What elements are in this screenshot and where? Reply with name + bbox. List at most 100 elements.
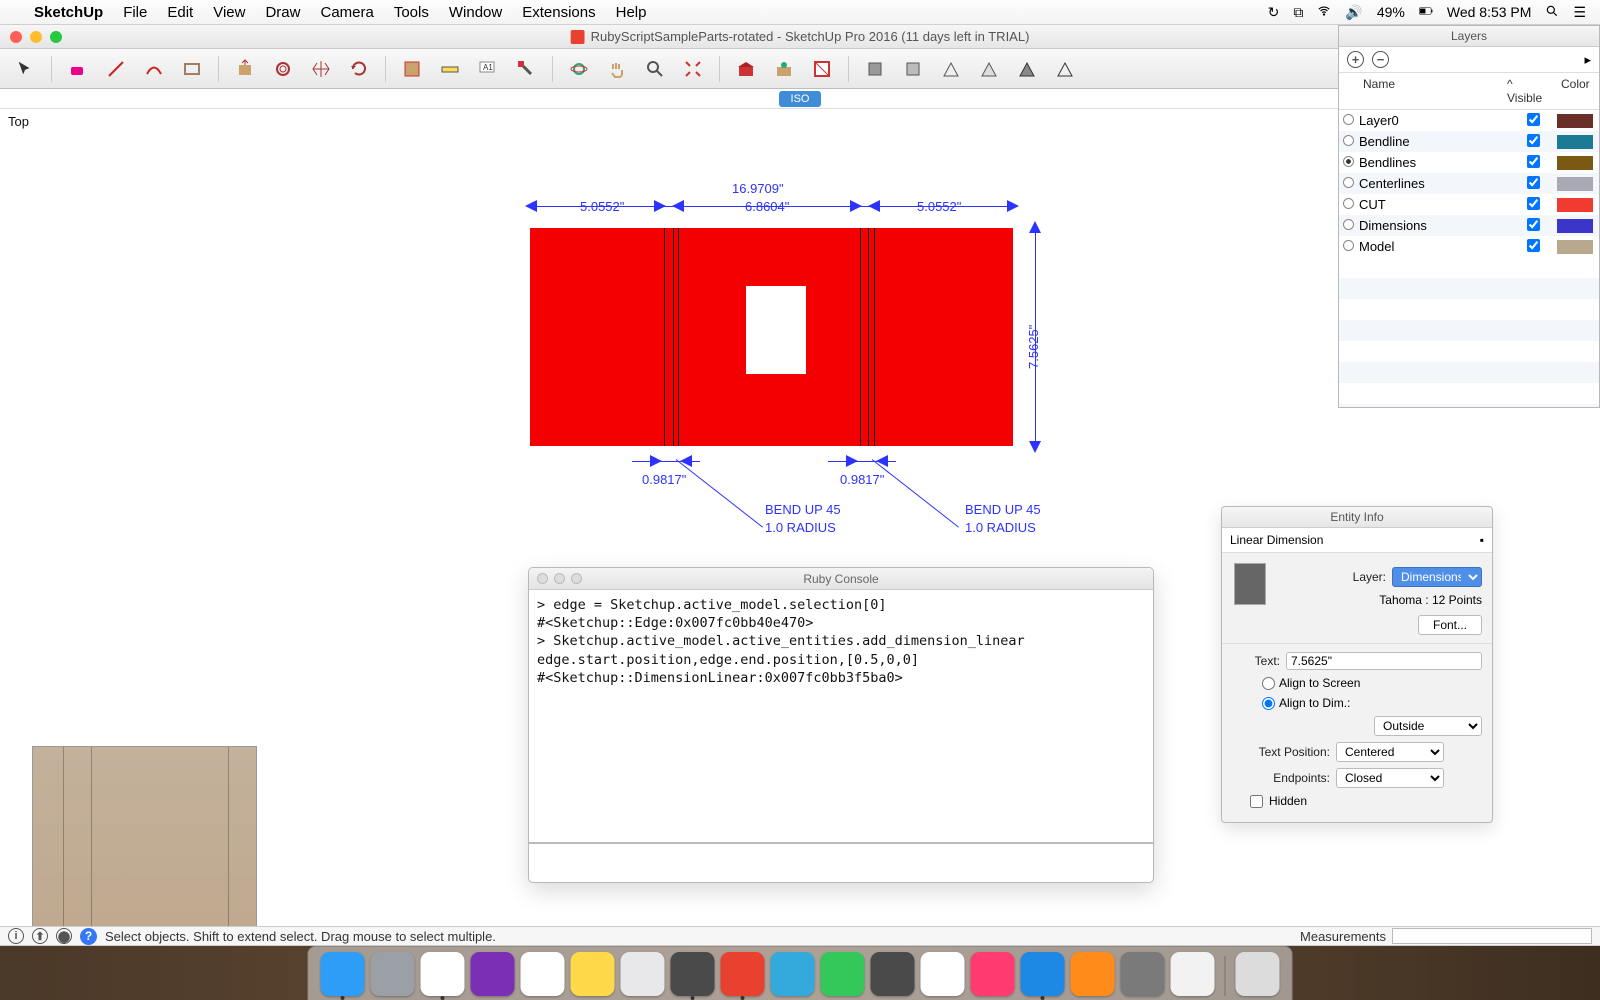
layer-active-radio[interactable]: [1339, 239, 1357, 254]
panel-toggle-icon[interactable]: ▪: [1480, 533, 1484, 547]
pushpull-tool[interactable]: [230, 54, 260, 84]
layer-row[interactable]: Centerlines: [1339, 173, 1599, 194]
layer-color-swatch[interactable]: [1557, 219, 1593, 233]
dock-sublime[interactable]: [671, 952, 715, 996]
eraser-tool[interactable]: [63, 54, 93, 84]
layer-active-radio[interactable]: [1339, 134, 1357, 149]
backface-tool[interactable]: [898, 54, 928, 84]
arc-tool[interactable]: [139, 54, 169, 84]
wireframe-tool[interactable]: [936, 54, 966, 84]
xray-tool[interactable]: [860, 54, 890, 84]
layer-visible-checkbox[interactable]: [1509, 155, 1557, 171]
col-color[interactable]: Color: [1555, 73, 1599, 109]
menu-camera[interactable]: Camera: [320, 4, 373, 21]
dock-messages[interactable]: [771, 952, 815, 996]
text-tool[interactable]: A1: [473, 54, 503, 84]
menu-extensions[interactable]: Extensions: [522, 4, 595, 21]
dock-evernote[interactable]: [1171, 952, 1215, 996]
line-tool[interactable]: [101, 54, 131, 84]
col-visible[interactable]: Visible: [1507, 91, 1542, 105]
model-face[interactable]: [530, 228, 1013, 446]
rotate-tool[interactable]: [344, 54, 374, 84]
dock-chrome[interactable]: [421, 952, 465, 996]
pan-tool[interactable]: [602, 54, 632, 84]
console-titlebar[interactable]: Ruby Console: [529, 568, 1153, 590]
layer-active-radio[interactable]: [1339, 113, 1357, 128]
scale-tool[interactable]: [397, 54, 427, 84]
move-tool[interactable]: [306, 54, 336, 84]
menu-edit[interactable]: Edit: [167, 4, 193, 21]
volume-icon[interactable]: 🔊: [1345, 4, 1362, 21]
dock-itunes[interactable]: [971, 952, 1015, 996]
help-icon[interactable]: ?: [80, 928, 97, 945]
layer-color-swatch[interactable]: [1557, 177, 1593, 191]
dock-protools[interactable]: [471, 952, 515, 996]
console-input[interactable]: [529, 842, 1153, 864]
layer-color-swatch[interactable]: [1557, 240, 1593, 254]
layer-active-radio[interactable]: [1339, 218, 1357, 233]
layers-panel[interactable]: Layers + − ▸ Name ^ Visible Color Layer0…: [1338, 25, 1600, 408]
dock-notes[interactable]: [571, 952, 615, 996]
dock-finder[interactable]: [321, 952, 365, 996]
dock-vlc[interactable]: [1071, 952, 1115, 996]
dock-sketchup[interactable]: [721, 952, 765, 996]
timemachine-icon[interactable]: ↻: [1268, 4, 1280, 21]
text-input[interactable]: [1286, 652, 1482, 670]
close-icon[interactable]: [537, 573, 548, 584]
minimize-icon[interactable]: [554, 573, 565, 584]
rect-tool[interactable]: [177, 54, 207, 84]
spotlight-icon[interactable]: [1545, 4, 1559, 21]
endpoints-select[interactable]: Closed: [1336, 768, 1444, 788]
layer-visible-checkbox[interactable]: [1509, 176, 1557, 192]
dock-trash[interactable]: [1236, 952, 1280, 996]
menu-tools[interactable]: Tools: [394, 4, 429, 21]
align-select[interactable]: Outside: [1374, 716, 1482, 736]
layer-name[interactable]: Bendlines: [1357, 155, 1509, 170]
tape-tool[interactable]: [435, 54, 465, 84]
remove-layer-button[interactable]: −: [1372, 51, 1389, 68]
menu-view[interactable]: View: [213, 4, 245, 21]
layer-visible-checkbox[interactable]: [1509, 218, 1557, 234]
hidden-checkbox[interactable]: [1250, 795, 1263, 808]
shaded-tool[interactable]: [1012, 54, 1042, 84]
layer-visible-checkbox[interactable]: [1509, 239, 1557, 255]
font-button[interactable]: Font...: [1418, 615, 1482, 635]
dock-photobooth[interactable]: [871, 952, 915, 996]
align-dim-radio[interactable]: [1262, 697, 1275, 710]
bluetooth-icon[interactable]: ⧉: [1293, 4, 1303, 21]
close-icon[interactable]: [10, 31, 22, 43]
status-geo-icon[interactable]: ⬆: [32, 928, 48, 944]
dock-xcode[interactable]: [621, 952, 665, 996]
notification-icon[interactable]: ☰: [1573, 4, 1586, 21]
layer-name[interactable]: Dimensions: [1357, 218, 1509, 233]
app-name[interactable]: SketchUp: [34, 4, 103, 21]
col-name[interactable]: Name: [1357, 73, 1501, 109]
hidden-tool[interactable]: [974, 54, 1004, 84]
status-credit-icon[interactable]: ⬤: [56, 928, 72, 944]
zoom-icon[interactable]: [571, 573, 582, 584]
menu-window[interactable]: Window: [449, 4, 502, 21]
layer-color-swatch[interactable]: [1557, 114, 1593, 128]
status-person-icon[interactable]: i: [8, 928, 24, 944]
paint-tool[interactable]: [511, 54, 541, 84]
select-tool[interactable]: [10, 54, 40, 84]
layer-active-radio[interactable]: [1339, 155, 1357, 170]
dock-launchpad[interactable]: [371, 952, 415, 996]
layer-row[interactable]: Layer0: [1339, 110, 1599, 131]
layer-row[interactable]: Bendline: [1339, 131, 1599, 152]
layer-active-radio[interactable]: [1339, 197, 1357, 212]
minimize-icon[interactable]: [30, 31, 42, 43]
layer-row[interactable]: CUT: [1339, 194, 1599, 215]
dock-appstore[interactable]: [1021, 952, 1065, 996]
dock-preferences[interactable]: [1121, 952, 1165, 996]
layer-name[interactable]: Centerlines: [1357, 176, 1509, 191]
menu-draw[interactable]: Draw: [265, 4, 300, 21]
measurements-input[interactable]: [1392, 928, 1592, 944]
ext-warehouse-tool[interactable]: [769, 54, 799, 84]
dock-calendar[interactable]: [521, 952, 565, 996]
ruby-console[interactable]: Ruby Console > edge = Sketchup.active_mo…: [528, 567, 1154, 883]
dock-photos[interactable]: [921, 952, 965, 996]
zoom-extents-tool[interactable]: [678, 54, 708, 84]
layer-visible-checkbox[interactable]: [1509, 134, 1557, 150]
layer-name[interactable]: Bendline: [1357, 134, 1509, 149]
